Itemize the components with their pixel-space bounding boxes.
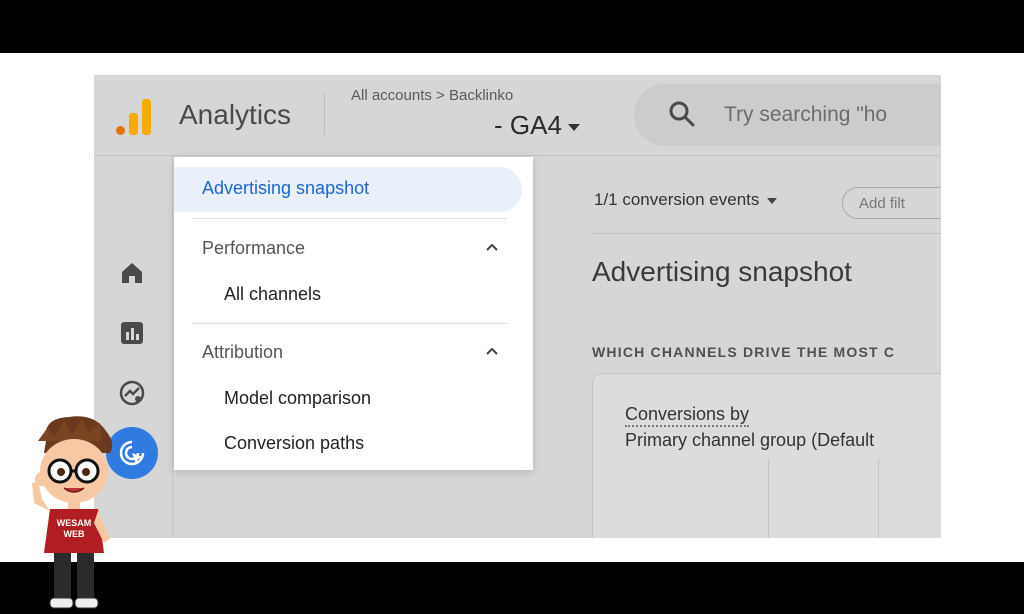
menu-group-performance[interactable]: Performance: [202, 238, 305, 259]
conversions-card: Conversions by Primary channel group (De…: [592, 373, 941, 538]
search-input[interactable]: Try searching "ho: [724, 103, 887, 127]
toolbar-divider: [592, 233, 941, 234]
reports-icon: [121, 322, 143, 344]
menu-group-attribution[interactable]: Attribution: [202, 342, 283, 363]
explore-icon: [119, 380, 145, 406]
menu-divider: [192, 323, 507, 324]
menu-item-conversion-paths[interactable]: Conversion paths: [224, 433, 364, 454]
rail-home-button[interactable]: [106, 247, 158, 299]
rail-reports-button[interactable]: [106, 307, 158, 359]
search-bar[interactable]: Try searching "ho: [634, 84, 941, 146]
card-column-divider: [768, 459, 769, 538]
search-icon: [669, 101, 695, 127]
mascot-shirt-text-2: WEB: [64, 529, 85, 539]
chevron-up-icon[interactable]: [485, 242, 499, 252]
section-heading: WHICH CHANNELS DRIVE THE MOST C: [592, 344, 896, 360]
rail-explore-button[interactable]: [106, 367, 158, 419]
conversion-events-label: 1/1 conversion events: [594, 190, 760, 209]
top-bar: Analytics All accounts > Backlinko - GA4…: [94, 75, 941, 156]
account-breadcrumb[interactable]: All accounts > Backlinko: [351, 87, 513, 104]
menu-divider: [192, 218, 507, 219]
chevron-down-icon: [767, 197, 778, 204]
mascot-character: WESAM WEB: [32, 416, 113, 609]
mascot-shirt-text-1: WESAM: [57, 518, 92, 528]
card-title-metric[interactable]: Conversions by: [625, 404, 750, 427]
property-selector[interactable]: - GA4: [494, 110, 580, 141]
add-filter-button[interactable]: Add filt: [842, 187, 941, 219]
property-name: - GA4: [494, 110, 562, 140]
home-icon: [122, 263, 142, 283]
menu-item-label: Advertising snapshot: [202, 178, 370, 198]
menu-item-model-comparison[interactable]: Model comparison: [224, 388, 371, 409]
card-column-divider: [878, 459, 879, 538]
card-title-dimension[interactable]: Primary channel group (Default: [625, 430, 874, 451]
app-name: Analytics: [179, 99, 292, 130]
analytics-logo-icon: [116, 97, 154, 135]
menu-item-advertising-snapshot[interactable]: Advertising snapshot: [174, 167, 522, 212]
page-title: Advertising snapshot: [592, 256, 852, 287]
conversion-events-selector[interactable]: 1/1 conversion events: [594, 190, 778, 210]
chevron-down-icon: [567, 123, 580, 131]
menu-item-all-channels[interactable]: All channels: [224, 284, 321, 305]
advertising-nav-menu: Advertising snapshot Performance All cha…: [174, 157, 533, 470]
header-divider: [324, 93, 325, 135]
chevron-up-icon[interactable]: [485, 346, 499, 356]
